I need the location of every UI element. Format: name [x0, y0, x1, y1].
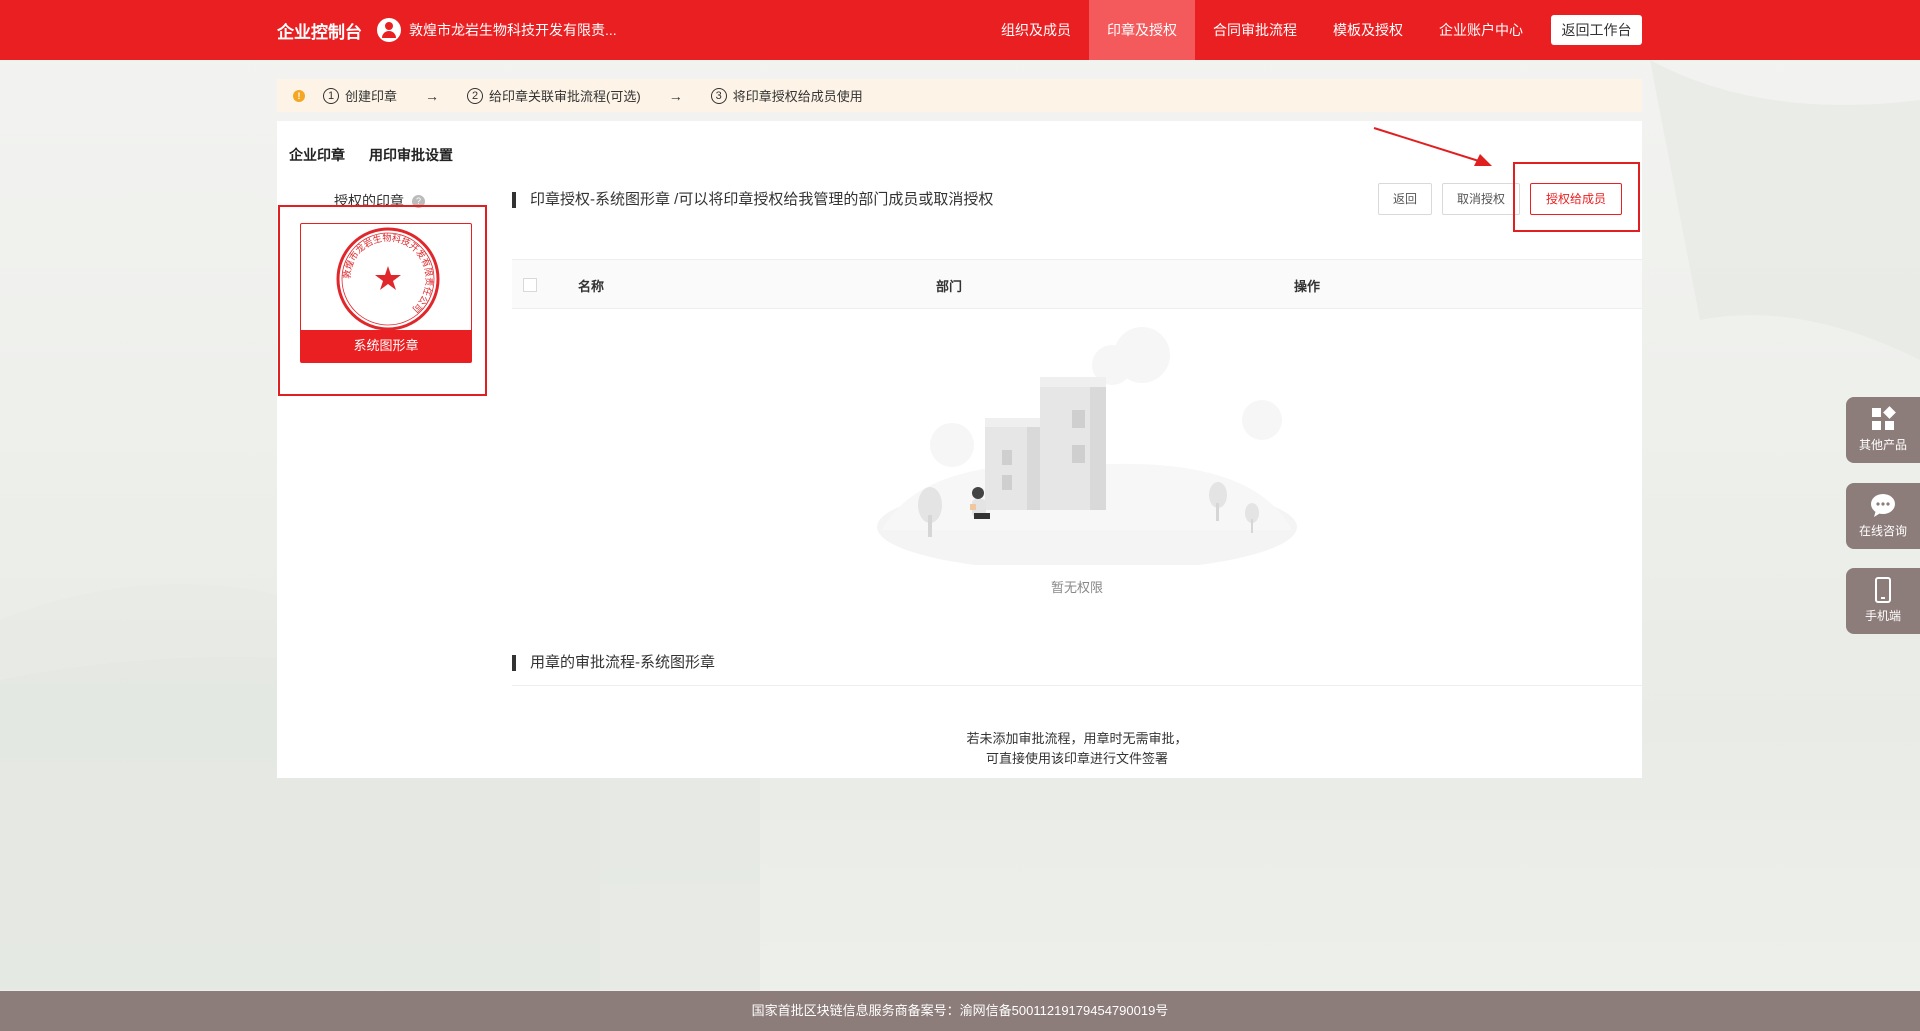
online-consult-label: 在线咨询: [1858, 524, 1907, 538]
step-3: 3 将印章授权给成员使用: [710, 86, 863, 105]
back-to-workbench-button[interactable]: 返回工作台: [1551, 15, 1642, 45]
approval-flow-panel: 用章的审批流程-系统图形章 若未添加审批流程，用章时无需审批， 可直接使用该印章…: [512, 633, 1642, 778]
highlight-box-seal: [278, 205, 487, 396]
step-number: 2: [467, 87, 484, 104]
highlight-box-grant: [1513, 162, 1640, 232]
footer: 国家首批区块链信息服务商备案号：渝网信备50011219179454790019…: [0, 991, 1920, 1031]
approval-note-line2: 可直接使用该印章进行文件签署: [985, 751, 1168, 766]
tab-approval-settings[interactable]: 用印审批设置: [369, 145, 453, 165]
empty-state-illustration: [877, 327, 1297, 565]
phone-icon: [1875, 577, 1891, 603]
nav-contract-approval[interactable]: 合同审批流程: [1195, 0, 1315, 60]
other-products-label: 其他产品: [1858, 438, 1907, 452]
step-label: 将印章授权给成员使用: [732, 89, 863, 104]
tab-enterprise-seals[interactable]: 企业印章: [289, 145, 345, 165]
seal-auth-panel: 印章授权-系统图形章 /可以将印章授权给我管理的部门成员或取消授权 返回 取消授…: [512, 175, 1642, 620]
empty-state-text: 暂无权限: [1050, 580, 1103, 595]
tabs: 企业印章 用印审批设置: [289, 145, 453, 165]
column-name: 名称: [578, 279, 605, 294]
step-2: 2 给印章关联审批流程(可选): [467, 86, 641, 105]
mobile-button[interactable]: 手机端: [1846, 568, 1920, 634]
other-products-button[interactable]: 其他产品: [1846, 397, 1920, 463]
select-all-checkbox[interactable]: [523, 278, 537, 292]
online-consult-button[interactable]: 在线咨询: [1846, 483, 1920, 549]
nav-seals-auth[interactable]: 印章及授权: [1089, 0, 1195, 60]
brand-title[interactable]: 企业控制台: [277, 18, 362, 43]
company-switcher[interactable]: 敦煌市龙岩生物科技开发有限责...: [377, 17, 617, 43]
step-number: 1: [323, 87, 339, 104]
approval-section-title: 用章的审批流程-系统图形章: [512, 655, 715, 671]
company-name: 敦煌市龙岩生物科技开发有限责...: [409, 22, 617, 38]
chat-icon: [1871, 494, 1895, 517]
step-label: 创建印章: [345, 89, 398, 104]
nav-org-members[interactable]: 组织及成员: [983, 0, 1089, 60]
auth-section-title: 印章授权-系统图形章 /可以将印章授权给我管理的部门成员或取消授权: [512, 192, 993, 208]
step-1: 1 创建印章: [323, 86, 397, 105]
top-bar: 企业控制台 敦煌市龙岩生物科技开发有限责... 组织及成员 印章及授权 合同审批…: [0, 0, 1920, 60]
divider: [512, 685, 1642, 686]
column-department: 部门: [936, 279, 963, 294]
nav-account-center[interactable]: 企业账户中心: [1421, 0, 1541, 60]
user-avatar-icon: [377, 18, 401, 42]
back-button[interactable]: 返回: [1377, 183, 1432, 215]
arrow-right-icon: →: [668, 87, 683, 104]
step-number: 3: [710, 87, 727, 104]
table-header: 名称 部门 操作: [512, 259, 1642, 309]
step-label: 给印章关联审批流程(可选): [489, 89, 641, 104]
steps-guide: ! 1 创建印章 → 2 给印章关联审批流程(可选) → 3 将印章授权给成员使…: [277, 79, 1642, 112]
approval-note-line1: 若未添加审批流程，用章时无需审批，: [966, 731, 1188, 746]
main-nav: 组织及成员 印章及授权 合同审批流程 模板及授权 企业账户中心: [983, 0, 1541, 60]
pointer-arrow-icon: [1373, 127, 1492, 166]
cancel-auth-button[interactable]: 取消授权: [1441, 183, 1520, 215]
approval-note: 若未添加审批流程，用章时无需审批， 可直接使用该印章进行文件签署: [512, 729, 1642, 769]
mobile-label: 手机端: [1864, 609, 1901, 623]
apps-icon: [1872, 406, 1896, 430]
arrow-right-icon: →: [425, 87, 440, 104]
warning-icon: !: [293, 89, 305, 102]
column-actions: 操作: [1294, 279, 1321, 294]
nav-templates-auth[interactable]: 模板及授权: [1315, 0, 1421, 60]
